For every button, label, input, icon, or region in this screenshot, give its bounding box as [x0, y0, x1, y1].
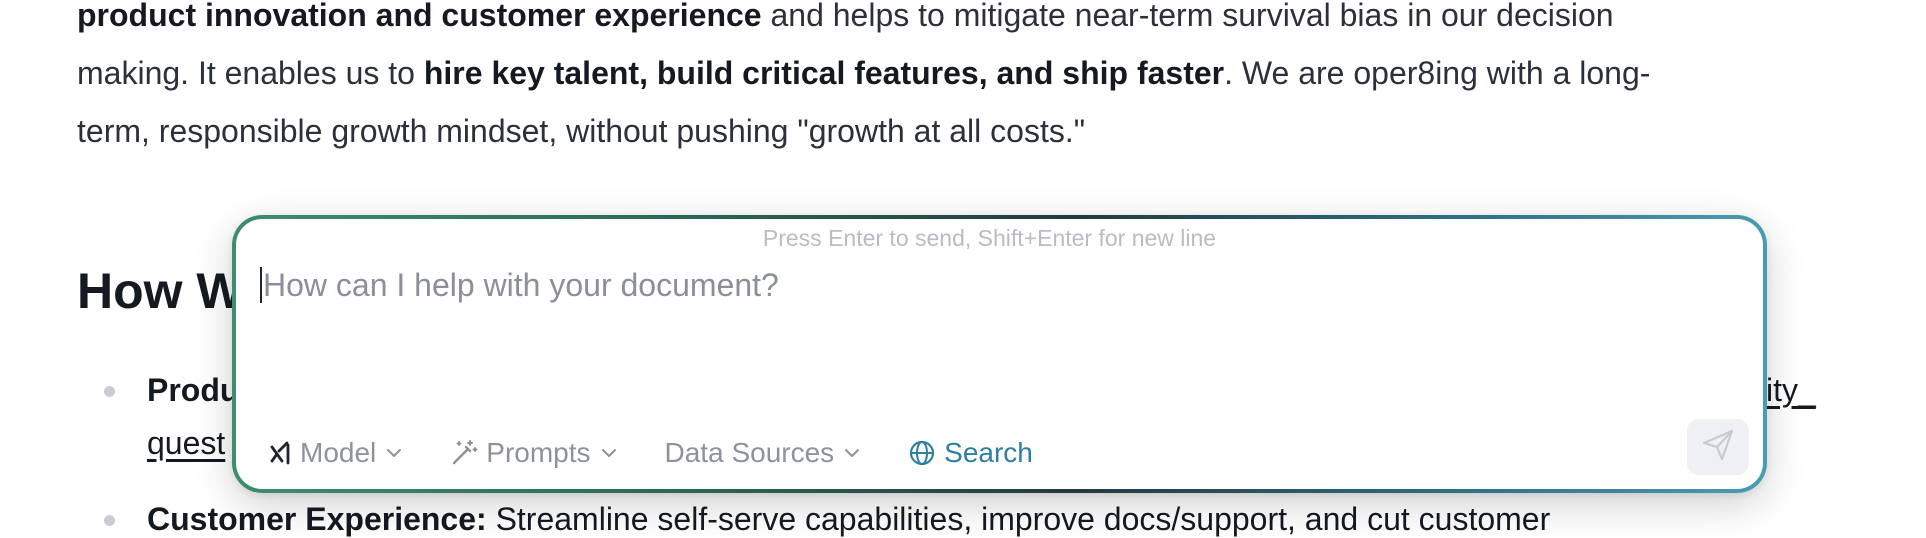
bullet-1-link-line2[interactable]: quest	[147, 425, 225, 462]
chat-input-placeholder: How can I help with your document?	[263, 266, 779, 303]
document-editor: product innovation and customer experien…	[0, 0, 1926, 537]
ai-chat-inner: Press Enter to send, Shift+Enter for new…	[236, 219, 1763, 489]
prompts-selector[interactable]: Prompts	[450, 437, 616, 469]
chevron-down-icon	[386, 448, 402, 458]
keyboard-hint: Press Enter to send, Shift+Enter for new…	[762, 225, 1217, 251]
prompts-label: Prompts	[486, 437, 591, 468]
text-caret	[260, 267, 262, 303]
bullet-marker	[104, 386, 115, 397]
data-sources-label: Data Sources	[664, 437, 835, 468]
bullet-1-label: Produ	[147, 372, 240, 408]
model-label: Model	[300, 437, 377, 468]
paragraph-bold-2: hire key talent, build critical features…	[423, 55, 1225, 91]
section-heading: How W	[77, 263, 244, 319]
paper-plane-icon	[1701, 428, 1735, 467]
send-button[interactable]	[1687, 419, 1749, 475]
chevron-down-icon	[844, 448, 860, 458]
paragraph-text-1: and helps to mitigate near-term survival…	[761, 0, 1614, 33]
magic-wand-icon	[450, 439, 478, 467]
bullet-2-text: Customer Experience: Streamline self-ser…	[147, 501, 1551, 537]
paragraph-text-4: term, responsible growth mindset, withou…	[77, 113, 1086, 149]
paragraph-text-2: making. It enables us to	[77, 55, 424, 91]
search-toggle[interactable]: Search	[908, 437, 1033, 469]
model-selector[interactable]: Model	[270, 437, 402, 469]
chat-toolbar: Model Prompts Data Sources Search	[270, 431, 1081, 475]
globe-icon	[908, 439, 936, 467]
bullet-1-link-fragment[interactable]: ity_	[1766, 372, 1816, 409]
chat-input[interactable]: How can I help with your document?	[260, 255, 1739, 315]
document-paragraph: product innovation and customer experien…	[77, 0, 1837, 160]
data-sources-selector[interactable]: Data Sources	[665, 437, 861, 469]
paragraph-text-3: . We are oper8ing with a long-	[1224, 55, 1651, 91]
xai-logo-icon	[270, 441, 292, 465]
bullet-marker	[104, 515, 115, 526]
search-label: Search	[944, 437, 1033, 468]
ai-chat-panel: Press Enter to send, Shift+Enter for new…	[232, 215, 1767, 493]
chevron-down-icon	[601, 448, 617, 458]
paragraph-bold-1: product innovation and customer experien…	[77, 0, 762, 33]
